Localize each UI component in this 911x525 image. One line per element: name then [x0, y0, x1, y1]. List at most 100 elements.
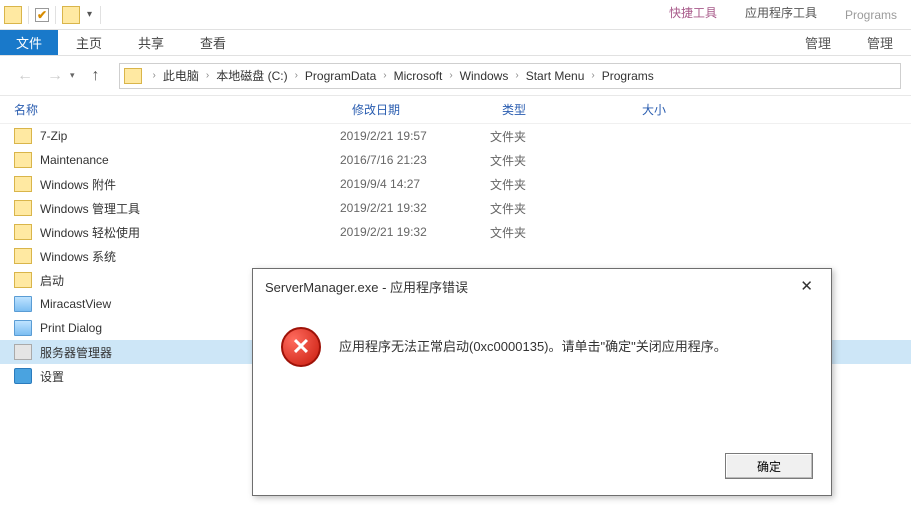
cell-date: 2019/2/21 19:57	[340, 129, 490, 143]
context-tab-quick-tools[interactable]: 快捷工具	[655, 2, 731, 28]
cell-name: 7-Zip	[0, 128, 340, 144]
error-dialog: ServerManager.exe - 应用程序错误 ✕ ✕ 应用程序无法正常启…	[252, 268, 832, 496]
cell-date: 2019/9/4 14:27	[340, 177, 490, 191]
tab-share[interactable]: 共享	[120, 30, 182, 55]
nav-back-button[interactable]: ←	[10, 63, 40, 89]
table-row[interactable]: Windows 轻松使用 2019/2/21 19:32文件夹	[0, 220, 911, 244]
folder-small-icon	[62, 6, 80, 24]
window-title: Programs	[831, 2, 911, 28]
nav-up-button[interactable]: ↑	[81, 63, 111, 89]
cell-type: 文件夹	[490, 200, 630, 217]
cell-date: 2019/2/21 19:32	[340, 225, 490, 239]
context-tab-label: 应用程序工具	[745, 4, 817, 21]
column-header-name[interactable]: 名称	[0, 101, 340, 118]
folder-icon	[14, 224, 32, 240]
navbar: ← → ▾ ↑ › 此电脑 › 本地磁盘 (C:) › ProgramData …	[0, 56, 911, 96]
file-name: Windows 系统	[40, 248, 116, 265]
tab-manage-1[interactable]: 管理	[787, 30, 849, 55]
folder-small-icon	[4, 6, 22, 24]
chevron-right-icon: ›	[153, 70, 156, 81]
cell-type: 文件夹	[490, 176, 630, 193]
column-header-size[interactable]: 大小	[630, 101, 730, 118]
chevron-right-icon: ›	[383, 70, 386, 81]
file-name: MiracastView	[40, 297, 111, 311]
file-name: 服务器管理器	[40, 344, 112, 361]
table-row[interactable]: Windows 附件 2019/9/4 14:27文件夹	[0, 172, 911, 196]
app-icon	[14, 320, 32, 336]
file-name: Windows 管理工具	[40, 200, 140, 217]
nav-forward-button[interactable]: →	[40, 63, 70, 89]
ribbon: 文件 主页 共享 查看 管理 管理	[0, 30, 911, 56]
folder-icon	[14, 152, 32, 168]
cell-name: Maintenance	[0, 152, 340, 168]
tab-file[interactable]: 文件	[0, 30, 58, 55]
dialog-message: 应用程序无法正常启动(0xc0000135)。请单击"确定"关闭应用程序。	[339, 327, 727, 357]
close-icon[interactable]: ✕	[794, 275, 819, 297]
chevron-right-icon: ›	[295, 70, 298, 81]
spacer	[244, 30, 787, 55]
breadcrumb-item[interactable]: ProgramData	[305, 69, 376, 83]
srv-icon	[14, 344, 32, 360]
context-tab-label: 快捷工具	[669, 4, 717, 21]
gear-icon	[14, 368, 32, 384]
folder-icon	[124, 68, 142, 84]
cell-date: 2019/2/21 19:32	[340, 201, 490, 215]
breadcrumb[interactable]: › 此电脑 › 本地磁盘 (C:) › ProgramData › Micros…	[119, 63, 901, 89]
table-row[interactable]: Windows 系统	[0, 244, 911, 268]
chevron-down-icon[interactable]: ▾	[87, 9, 92, 20]
column-header-date[interactable]: 修改日期	[340, 101, 490, 118]
cell-name: Windows 系统	[0, 248, 340, 265]
context-tab-app-tools[interactable]: 应用程序工具	[731, 2, 831, 28]
file-name: Windows 轻松使用	[40, 224, 140, 241]
dialog-title: ServerManager.exe - 应用程序错误	[265, 277, 468, 296]
breadcrumb-item[interactable]: 本地磁盘 (C:)	[216, 67, 287, 84]
separator	[55, 6, 56, 24]
tab-home[interactable]: 主页	[58, 30, 120, 55]
chevron-right-icon: ›	[591, 70, 594, 81]
table-row[interactable]: Maintenance 2016/7/16 21:23文件夹	[0, 148, 911, 172]
cell-type: 文件夹	[490, 152, 630, 169]
app-icon	[14, 296, 32, 312]
dialog-footer: 确定	[725, 453, 813, 479]
chevron-right-icon: ›	[515, 70, 518, 81]
tab-view[interactable]: 查看	[182, 30, 244, 55]
breadcrumb-item[interactable]: Windows	[460, 69, 509, 83]
chevron-right-icon: ›	[206, 70, 209, 81]
table-row[interactable]: 7-Zip 2019/2/21 19:57文件夹	[0, 124, 911, 148]
tab-manage-2[interactable]: 管理	[849, 30, 911, 55]
breadcrumb-item[interactable]: Programs	[602, 69, 654, 83]
breadcrumb-item[interactable]: 此电脑	[163, 67, 199, 84]
cell-name: Windows 管理工具	[0, 200, 340, 217]
checkbox-qat[interactable]: ✔	[35, 8, 49, 22]
column-header-type[interactable]: 类型	[490, 101, 630, 118]
folder-icon	[14, 128, 32, 144]
breadcrumb-item[interactable]: Start Menu	[526, 69, 585, 83]
cell-type: 文件夹	[490, 128, 630, 145]
folder-icon	[14, 272, 32, 288]
column-headers: 名称 修改日期 类型 大小	[0, 96, 911, 124]
cell-type: 文件夹	[490, 224, 630, 241]
ok-button[interactable]: 确定	[725, 453, 813, 479]
cell-date: 2016/7/16 21:23	[340, 153, 490, 167]
separator	[100, 6, 101, 24]
file-name: 7-Zip	[40, 129, 67, 143]
error-icon: ✕	[281, 327, 321, 367]
cell-name: Windows 附件	[0, 176, 340, 193]
titlebar: ✔ ▾ 快捷工具 应用程序工具 Programs	[0, 0, 911, 30]
file-name: Windows 附件	[40, 176, 116, 193]
nav-history-dropdown[interactable]: ▾	[70, 70, 75, 81]
file-name: Maintenance	[40, 153, 109, 167]
dialog-titlebar: ServerManager.exe - 应用程序错误 ✕	[253, 269, 831, 303]
table-row[interactable]: Windows 管理工具 2019/2/21 19:32文件夹	[0, 196, 911, 220]
breadcrumb-item[interactable]: Microsoft	[394, 69, 443, 83]
file-name: Print Dialog	[40, 321, 102, 335]
dialog-body: ✕ 应用程序无法正常启动(0xc0000135)。请单击"确定"关闭应用程序。	[253, 303, 831, 377]
folder-icon	[14, 176, 32, 192]
chevron-right-icon: ›	[449, 70, 452, 81]
cell-name: Windows 轻松使用	[0, 224, 340, 241]
folder-icon	[14, 200, 32, 216]
separator	[28, 6, 29, 24]
file-name: 设置	[40, 368, 64, 385]
file-name: 启动	[40, 272, 64, 289]
contextual-tabs: 快捷工具 应用程序工具 Programs	[655, 2, 911, 28]
